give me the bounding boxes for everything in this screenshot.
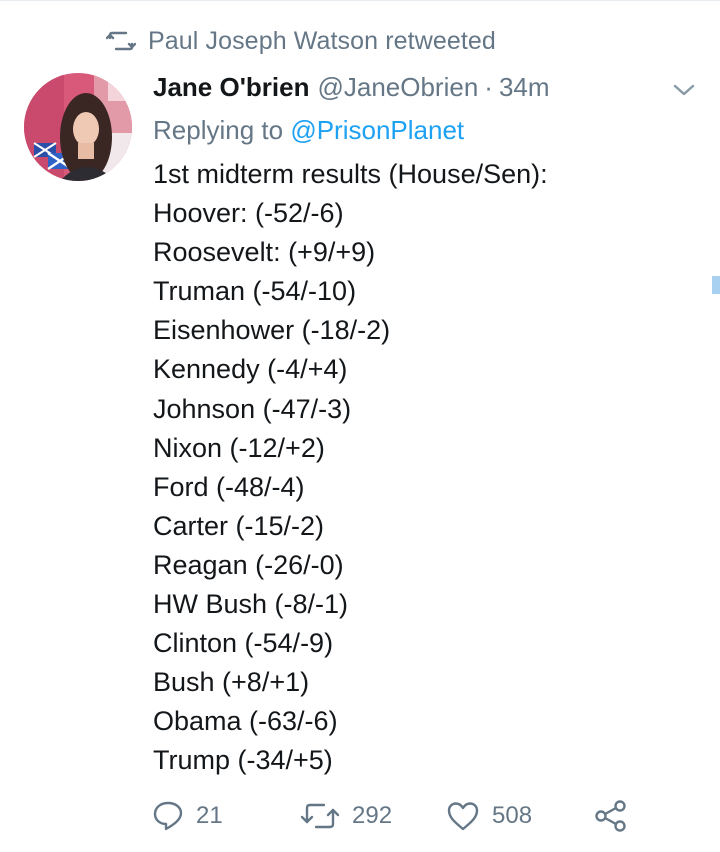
reply-button[interactable]: 21: [152, 797, 223, 835]
retweet-context[interactable]: Paul Joseph Watson retweeted: [106, 26, 496, 56]
tweet-line: Johnson (-47/-3): [153, 393, 352, 424]
tweet-line: Roosevelt: (+9/+9): [153, 237, 376, 268]
tweet-line: HW Bush (-8/-1): [153, 589, 349, 620]
tweet-line: Eisenhower (-18/-2): [153, 315, 391, 346]
retweet-icon: [300, 803, 340, 829]
tweet-line: 1st midterm results (House/Sen):: [153, 159, 548, 189]
like-icon: [447, 802, 479, 831]
top-divider: [0, 0, 720, 1]
avatar[interactable]: [24, 73, 132, 181]
reply-count: 21: [196, 802, 223, 829]
reply-mention-link[interactable]: @PrisonPlanet: [290, 115, 464, 145]
like-button[interactable]: 508: [446, 797, 532, 835]
like-count: 508: [492, 802, 533, 829]
tweet-line: Obama (-63/-6): [153, 706, 338, 737]
tweet-body: 1st midterm results (House/Sen): Hoover:…: [153, 155, 693, 781]
retweet-button[interactable]: 292: [300, 797, 392, 835]
reply-icon: [153, 801, 183, 831]
tweet-line: Reagan (-26/-0): [153, 549, 344, 580]
share-button[interactable]: [594, 797, 628, 835]
timestamp[interactable]: 34m: [499, 72, 550, 103]
tweet-actions: 21 292 508: [152, 797, 652, 835]
tweet-line: Truman (-54/-10): [153, 276, 357, 307]
tweet-line: Trump (-34/+5): [153, 745, 333, 776]
tweet-header: Jane O'brien @JaneObrien · 34m: [153, 70, 550, 104]
tweet-line: Kennedy (-4/+4): [153, 354, 348, 385]
avatar-image: [24, 73, 132, 181]
tweet-line: Carter (-15/-2): [153, 510, 325, 541]
tweet-line: Nixon (-12/+2): [153, 432, 325, 463]
author-name[interactable]: Jane O'brien: [153, 72, 309, 103]
tweet-line: Bush (+8/+1): [153, 667, 310, 698]
author-handle[interactable]: @JaneObrien: [317, 72, 478, 103]
retweet-icon: [106, 31, 136, 51]
replying-to-label: Replying to: [153, 115, 284, 145]
tweet-line: Ford (-48/-4): [153, 471, 305, 502]
tweet-line: Clinton (-54/-9): [153, 628, 334, 659]
replying-to: Replying to @PrisonPlanet: [153, 115, 464, 146]
retweeted-by-text: Paul Joseph Watson retweeted: [148, 26, 496, 55]
tweet-menu-button[interactable]: [672, 80, 696, 100]
tweet-line: Hoover: (-52/-6): [153, 198, 344, 229]
chevron-down-icon: [673, 84, 695, 96]
share-icon: [595, 800, 626, 832]
separator: ·: [484, 71, 493, 102]
retweet-count: 292: [352, 802, 393, 829]
scrollbar-thumb[interactable]: [712, 276, 720, 294]
